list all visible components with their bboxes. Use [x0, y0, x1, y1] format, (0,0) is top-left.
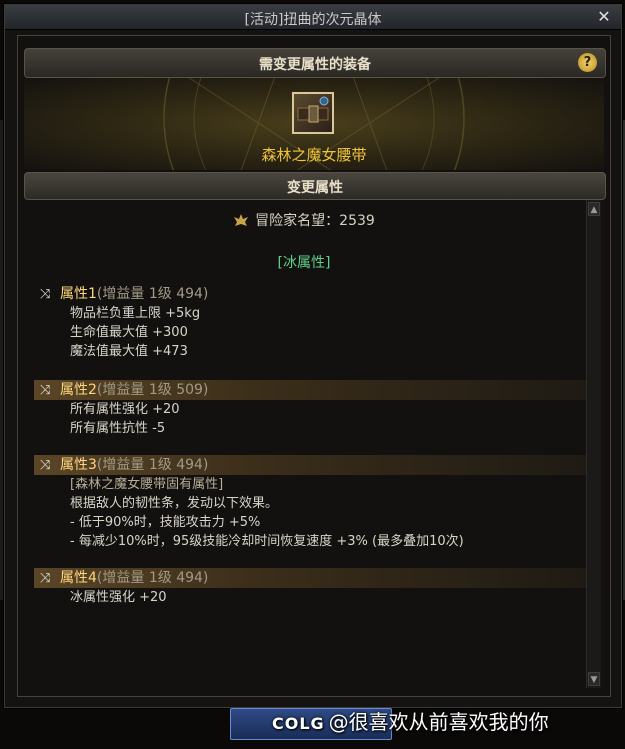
- property-line: 所有属性抗性 -5: [70, 421, 166, 436]
- fame-crest-icon: [234, 214, 249, 226]
- property-line: 生命值最大值 +300: [70, 325, 188, 340]
- property-list: 冒险家名望：2539 [冰属性] ⤨ 属性1(增益量 1级 494) 物品栏负重上…: [24, 200, 590, 688]
- scrollbar[interactable]: ▲ ▼: [586, 200, 601, 688]
- dialog-window: [活动]扭曲的次元晶体 ✕ 需变更属性的装备 ? 森林之魔女腰带 变更属性 冒险…: [4, 4, 622, 708]
- dialog-body: 需变更属性的装备 ? 森林之魔女腰带 变更属性 冒险家名望：2539 [冰属性]…: [17, 35, 611, 697]
- fame-label: 冒险家名望：2539: [255, 213, 375, 229]
- property-header[interactable]: ⤨ 属性4(增益量 1级 494): [34, 568, 590, 588]
- property-line: 物品栏负重上限 +5kg: [70, 306, 201, 321]
- watermark-text: @很喜欢从前喜欢我的你: [328, 710, 549, 734]
- property-line: 根据敌人的韧性条，发动以下效果。: [70, 496, 279, 511]
- property-2: ⤨ 属性2(增益量 1级 509) 所有属性强化 +20 所有属性抗性 -5: [34, 380, 590, 438]
- shuffle-icon: ⤨: [40, 458, 51, 473]
- watermark: COLG @很喜欢从前喜欢我的你: [272, 706, 549, 735]
- window-title: [活动]扭曲的次元晶体: [244, 12, 382, 28]
- property-line: - 每减少10%时，95级技能冷却时间恢复速度 +3% (最多叠加10次): [70, 534, 464, 549]
- property-3: ⤨ 属性3(增益量 1级 494) [森林之魔女腰带固有属性] 根据敌人的韧性条，…: [34, 455, 590, 551]
- property-line: 魔法值最大值 +473: [70, 344, 188, 359]
- shuffle-icon: ⤨: [40, 383, 51, 398]
- property-1: ⤨ 属性1(增益量 1级 494) 物品栏负重上限 +5kg 生命值最大值 +30…: [34, 284, 590, 361]
- equipment-section-header: 需变更属性的装备 ?: [24, 48, 606, 78]
- belt-item-icon[interactable]: [292, 92, 334, 134]
- property-line: 冰属性强化 +20: [70, 590, 167, 605]
- property-header[interactable]: ⤨ 属性2(增益量 1级 509): [34, 380, 590, 400]
- adventurer-fame: 冒险家名望：2539: [24, 210, 584, 230]
- scroll-up-icon[interactable]: ▲: [588, 202, 600, 216]
- element-type: [冰属性]: [277, 255, 331, 271]
- property-header[interactable]: ⤨ 属性1(增益量 1级 494): [34, 284, 590, 304]
- change-property-title: 变更属性: [287, 180, 343, 196]
- property-line: - 低于90%时，技能攻击力 +5%: [70, 515, 261, 530]
- change-property-header: 变更属性: [24, 172, 606, 200]
- item-name: 森林之魔女腰带: [261, 146, 367, 164]
- close-icon[interactable]: ✕: [595, 8, 613, 26]
- shuffle-icon: ⤨: [40, 571, 51, 586]
- property-line: 所有属性强化 +20: [70, 402, 180, 417]
- scroll-down-icon[interactable]: ▼: [588, 672, 600, 686]
- watermark-brand: COLG: [272, 714, 325, 733]
- equipment-slot-area: 森林之魔女腰带: [24, 78, 604, 170]
- shuffle-icon: ⤨: [40, 287, 51, 302]
- property-header[interactable]: ⤨ 属性3(增益量 1级 494): [34, 455, 590, 475]
- help-icon[interactable]: ?: [578, 53, 597, 72]
- property-line: [森林之魔女腰带固有属性]: [70, 477, 224, 492]
- property-4: ⤨ 属性4(增益量 1级 494) 冰属性强化 +20: [34, 568, 590, 607]
- title-bar[interactable]: [活动]扭曲的次元晶体 ✕: [5, 5, 621, 30]
- equipment-section-title: 需变更属性的装备: [259, 57, 371, 73]
